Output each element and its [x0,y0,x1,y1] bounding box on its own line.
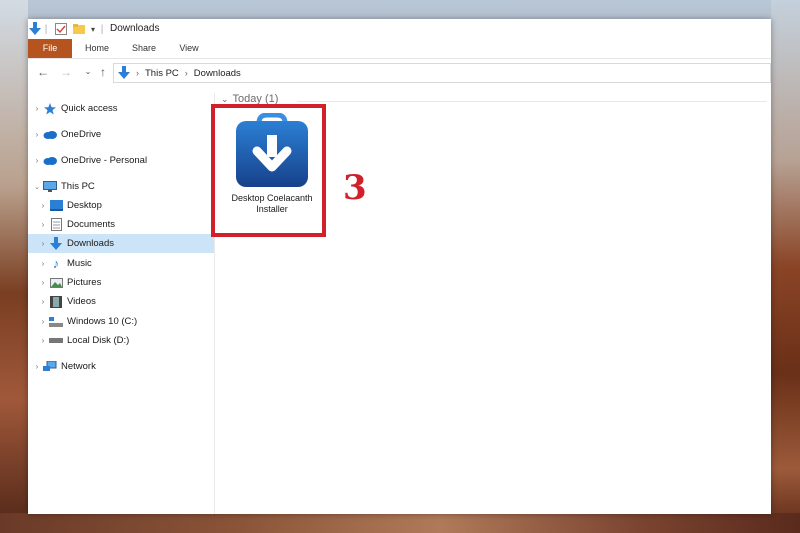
chevron-right-icon[interactable]: › [32,104,42,113]
download-arrow-icon [28,21,42,37]
sidebar-item-label: Desktop [67,200,102,211]
chevron-down-icon[interactable]: ⌄ [32,183,42,191]
chevron-right-icon[interactable]: › [32,156,42,165]
download-arrow-icon [48,236,64,251]
chevron-right-icon[interactable]: › [38,259,48,268]
window-title: Downloads [110,23,160,34]
cloud-icon [42,128,58,142]
highlight-box [211,104,326,237]
chevron-right-icon[interactable]: › [38,317,48,326]
sidebar-item-label: OneDrive [61,129,102,140]
chevron-right-icon[interactable]: › [38,278,48,287]
sidebar-item-network[interactable]: › Network [28,357,218,376]
chevron-right-icon[interactable]: › [32,362,42,371]
recent-locations-chevron-icon[interactable]: ⌄ [80,64,96,80]
sidebar-item-desktop[interactable]: › Desktop [28,196,224,215]
network-icon [42,360,58,374]
drive-icon [48,315,64,329]
pictures-icon [48,276,64,290]
chevron-right-icon[interactable]: › [38,220,48,229]
desktop-icon [48,199,64,213]
ribbon-tabs: File Home Share View [28,39,771,59]
chevron-right-icon[interactable]: › [32,130,42,139]
sidebar-item-label: Windows 10 (C:) [67,316,138,327]
sidebar-item-label: Documents [67,219,116,230]
title-divider: | [44,23,48,35]
chevron-right-icon[interactable]: › [38,239,48,248]
tab-file[interactable]: File [28,39,72,58]
properties-icon[interactable] [54,21,68,37]
sidebar-item-onedrive[interactable]: › OneDrive [28,125,218,144]
sidebar-item-music[interactable]: › ♪ Music [28,254,224,273]
sidebar-item-documents[interactable]: › Documents [28,215,224,234]
sidebar-item-pictures[interactable]: › Pictures [28,273,224,292]
customize-toolbar-icon[interactable]: ▾ [88,21,98,37]
step-number: 3 [343,168,367,208]
documents-icon [48,218,64,232]
download-arrow-icon [118,66,130,80]
navigation-pane: › Quick access › OneDrive › OneDrive - P… [28,93,215,514]
music-note-icon: ♪ [52,256,60,271]
chevron-right-icon[interactable]: › [38,336,48,345]
sidebar-item-windows-c[interactable]: › Windows 10 (C:) [28,312,224,331]
breadcrumb-separator-icon: › [184,68,188,78]
sidebar-item-downloads[interactable]: › Downloads [28,234,214,253]
address-bar[interactable]: › This PC › Downloads [113,63,771,83]
tab-home[interactable]: Home [78,39,116,58]
breadcrumb-this-pc[interactable]: This PC [145,68,179,79]
sidebar-item-local-disk-d[interactable]: › Local Disk (D:) [28,331,224,350]
group-divider [297,101,767,102]
forward-arrow-icon[interactable]: → [58,64,74,80]
chevron-right-icon[interactable]: › [38,201,48,210]
navigation-bar: ← → ⌄ ↑ › This PC › Downloads [28,59,771,85]
desktop-wallpaper-bottom [0,513,800,533]
tab-share[interactable]: Share [125,39,163,58]
sidebar-item-onedrive-personal[interactable]: › OneDrive - Personal [28,151,218,170]
sidebar-item-label: This PC [61,181,95,192]
sidebar-item-label: Local Disk (D:) [67,335,130,346]
desktop-wallpaper-left [0,0,28,533]
tab-view[interactable]: View [171,39,207,58]
desktop-wallpaper-right [771,0,800,533]
title-divider: | [100,23,104,35]
file-explorer-window: | ▾ | Downloads File Home Share View ← →… [28,19,771,514]
sidebar-item-label: Quick access [61,103,118,114]
sidebar-item-label: Pictures [67,277,102,288]
computer-icon [42,180,58,194]
sidebar-item-label: Music [67,258,92,269]
chevron-right-icon[interactable]: › [38,297,48,306]
sidebar-item-label: OneDrive - Personal [61,155,148,166]
sidebar-item-videos[interactable]: › Videos [28,292,224,311]
film-icon [48,295,64,309]
drive-icon [48,334,64,348]
cloud-icon [42,154,58,168]
chevron-down-icon[interactable]: ⌄ [221,94,229,105]
sidebar-item-label: Downloads [67,238,114,249]
sidebar-item-label: Videos [67,296,96,307]
sidebar-item-quick-access[interactable]: › Quick access [28,99,218,118]
sidebar-item-label: Network [61,361,96,372]
sidebar-item-this-pc[interactable]: ⌄ This PC [28,177,218,196]
breadcrumb-downloads[interactable]: Downloads [194,68,241,79]
star-icon [42,102,58,116]
title-bar: | ▾ | Downloads [28,19,771,39]
new-folder-icon[interactable] [72,21,86,37]
breadcrumb-separator-icon: › [136,68,139,78]
up-arrow-icon[interactable]: ↑ [95,64,111,80]
back-arrow-icon[interactable]: ← [35,64,51,80]
